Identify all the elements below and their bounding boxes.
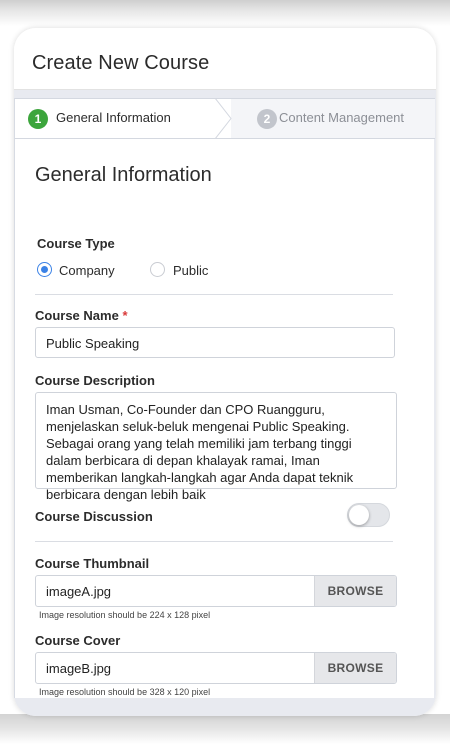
course-discussion-label: Course Discussion — [35, 509, 153, 524]
course-description-label: Course Description — [35, 373, 155, 388]
course-type-label: Course Type — [37, 236, 115, 251]
course-cover-field[interactable]: imageB.jpg BROWSE — [35, 652, 397, 684]
top-shadow — [0, 0, 450, 26]
course-name-label-text: Course Name — [35, 308, 119, 323]
section-title: General Information — [35, 164, 212, 186]
toggle-knob — [349, 505, 369, 525]
thumbnail-hint: Image resolution should be 224 x 128 pix… — [39, 610, 211, 620]
step-2-badge: 2 — [257, 109, 277, 129]
radio-company-label[interactable]: Company — [59, 263, 115, 278]
page-title: Create New Course — [32, 52, 210, 74]
divider — [35, 294, 393, 295]
cover-file-name: imageB.jpg — [46, 661, 112, 676]
course-cover-label: Course Cover — [35, 633, 121, 648]
required-mark: * — [122, 308, 128, 323]
form-panel: 1 General Information 2 Content Manageme… — [14, 98, 435, 698]
cover-browse-button[interactable]: BROWSE — [314, 653, 396, 683]
course-discussion-toggle[interactable] — [347, 503, 390, 527]
course-description-textarea[interactable]: Iman Usman, Co-Founder dan CPO Ruangguru… — [35, 392, 397, 502]
cover-hint: Image resolution should be 328 x 120 pix… — [39, 687, 211, 697]
step-chevron-icon — [215, 98, 232, 139]
stepper: 1 General Information 2 Content Manageme… — [15, 98, 435, 139]
thumbnail-file-name: imageA.jpg — [46, 584, 112, 599]
bottom-shadow — [0, 714, 450, 744]
step-content-management[interactable]: Content Management — [279, 110, 404, 125]
radio-public[interactable] — [150, 262, 165, 277]
radio-public-label[interactable]: Public — [173, 263, 208, 278]
divider — [35, 541, 393, 542]
course-name-input[interactable]: Public Speaking — [35, 327, 395, 358]
step-1-label[interactable]: General Information — [56, 110, 171, 125]
course-name-label: Course Name * — [35, 308, 128, 323]
app-header: Create New Course — [14, 28, 436, 90]
course-thumbnail-field[interactable]: imageA.jpg BROWSE — [35, 575, 397, 607]
course-thumbnail-label: Course Thumbnail — [35, 556, 150, 571]
step-1-badge: 1 — [28, 109, 48, 129]
thumbnail-browse-button[interactable]: BROWSE — [314, 576, 396, 606]
radio-company[interactable] — [37, 262, 52, 277]
